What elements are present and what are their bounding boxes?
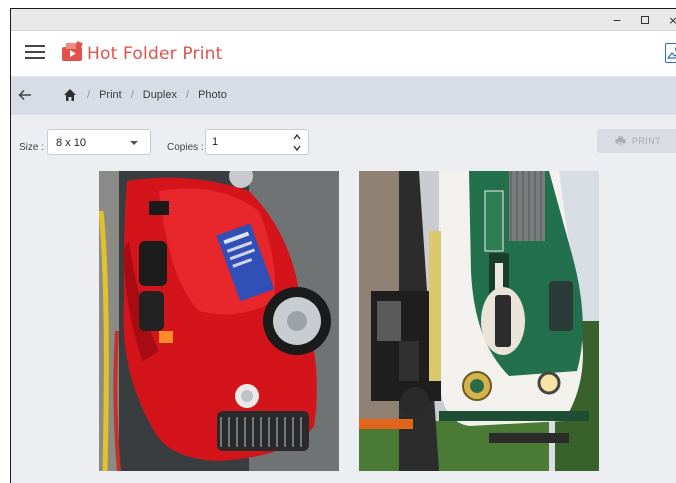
photo-image xyxy=(99,171,339,471)
printer-icon xyxy=(615,136,626,146)
app-title: Hot Folder Print xyxy=(87,44,223,64)
arrow-left-icon[interactable] xyxy=(17,87,33,103)
breadcrumb-separator: / xyxy=(186,89,190,101)
breadcrumb-item-print[interactable]: Print xyxy=(99,89,122,101)
size-select-value: 8 x 10 xyxy=(56,137,86,149)
copies-label: Copies : xyxy=(167,142,204,153)
breadcrumb-item-duplex[interactable]: Duplex xyxy=(143,89,177,101)
chevron-down-icon xyxy=(130,141,138,145)
print-options-toolbar: Size : 8 x 10 Copies : PRINT xyxy=(11,115,676,169)
close-button[interactable]: × xyxy=(659,11,676,29)
home-icon[interactable] xyxy=(63,88,77,102)
breadcrumb-separator: / xyxy=(130,89,134,101)
print-button-label: PRINT xyxy=(632,136,661,146)
chevron-down-icon[interactable] xyxy=(292,143,302,153)
chevron-up-icon[interactable] xyxy=(292,132,302,142)
photo-preview-train[interactable] xyxy=(359,171,599,471)
breadcrumb-separator: / xyxy=(87,89,91,101)
maximize-icon xyxy=(641,16,649,24)
photo-image xyxy=(359,171,599,471)
image-icon[interactable] xyxy=(665,43,676,63)
photo-preview-car[interactable] xyxy=(99,171,339,471)
maximize-button[interactable] xyxy=(631,11,659,29)
copies-stepper xyxy=(205,129,309,155)
hamburger-menu-icon[interactable] xyxy=(25,45,45,61)
window-titlebar: − × xyxy=(11,9,676,31)
minimize-button[interactable]: − xyxy=(603,11,631,29)
size-label: Size : xyxy=(19,142,45,153)
app-window: − × Hot Folder Print / Pr xyxy=(10,8,676,483)
breadcrumb: / Print / Duplex / Photo xyxy=(11,77,676,115)
printer-logo-icon xyxy=(62,41,83,61)
copies-input[interactable] xyxy=(212,134,282,150)
print-button[interactable]: PRINT xyxy=(597,129,676,153)
size-select[interactable]: 8 x 10 xyxy=(47,129,151,155)
app-header: Hot Folder Print xyxy=(11,31,676,77)
breadcrumb-item-photo[interactable]: Photo xyxy=(198,89,227,101)
